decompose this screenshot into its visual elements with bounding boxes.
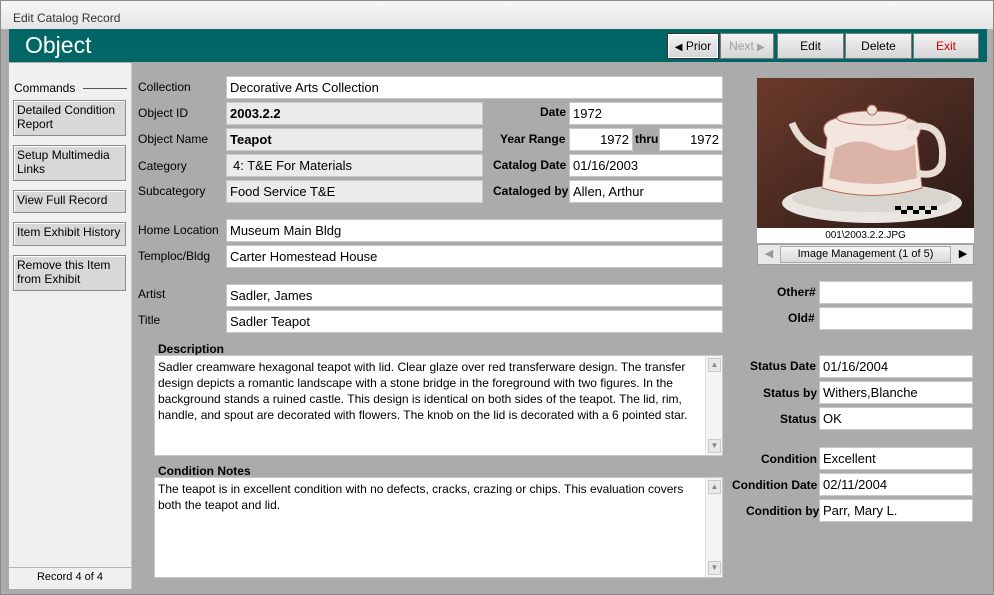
condition-field[interactable]: Excellent [819, 447, 973, 470]
temploc-label: Temploc/Bldg [138, 249, 211, 263]
status-label: Status [780, 412, 817, 426]
temploc-field[interactable]: Carter Homestead House [226, 245, 723, 268]
title-bar: Edit Catalog Record [1, 1, 993, 29]
object-id-label: Object ID [138, 106, 189, 120]
next-image-icon[interactable]: ▶ [953, 246, 973, 263]
image-filename: 001\2003.2.2.JPG [757, 228, 974, 243]
subcategory-field[interactable]: Food Service T&E [226, 180, 483, 203]
year-range-label: Year Range [500, 132, 566, 146]
condition-notes-text: The teapot is in excellent condition wit… [158, 482, 684, 512]
catalog-date-label: Catalog Date [493, 158, 567, 172]
description-text: Sadler creamware hexagonal teapot with l… [158, 360, 688, 422]
condition-by-label: Condition by [746, 504, 820, 518]
left-arrow-icon: ◀ [674, 42, 683, 53]
old-num-field[interactable] [819, 307, 973, 330]
condition-date-label: Condition Date [732, 478, 818, 492]
status-field[interactable]: OK [819, 407, 973, 430]
status-date-label: Status Date [750, 359, 817, 373]
description-label: Description [158, 342, 225, 356]
record-navigator: Record 4 of 4 [9, 567, 131, 588]
condition-notes-scrollbar[interactable]: ▲ ▼ [705, 478, 722, 577]
object-id-field[interactable]: 2003.2.2 [226, 102, 483, 125]
next-label: Next [729, 39, 754, 53]
collection-label: Collection [138, 80, 191, 94]
cataloged-by-field[interactable]: Allen, Arthur [569, 180, 723, 203]
object-name-field[interactable]: Teapot [226, 128, 483, 151]
scroll-up-icon[interactable]: ▲ [708, 358, 721, 372]
artist-field[interactable]: Sadler, James [226, 284, 723, 307]
object-photo[interactable] [757, 78, 974, 228]
cataloged-by-label: Cataloged by [493, 184, 569, 198]
home-location-field[interactable]: Museum Main Bldg [226, 219, 723, 242]
description-field[interactable]: Sadler creamware hexagonal teapot with l… [154, 355, 723, 456]
scroll-down-icon[interactable]: ▼ [708, 561, 721, 575]
right-arrow-icon: ▶ [757, 42, 765, 53]
old-num-label: Old# [788, 311, 815, 325]
status-by-field[interactable]: Withers,Blanche [819, 381, 973, 404]
home-location-label: Home Location [138, 223, 219, 237]
condition-notes-field[interactable]: The teapot is in excellent condition wit… [154, 477, 723, 578]
description-scrollbar[interactable]: ▲ ▼ [705, 356, 722, 455]
date-field[interactable]: 1972 [569, 102, 723, 125]
title-label: Title [138, 313, 161, 327]
condition-label: Condition [761, 452, 817, 466]
divider [83, 88, 127, 89]
title-field[interactable]: Sadler Teapot [226, 310, 723, 333]
collection-field[interactable]: Decorative Arts Collection [226, 76, 723, 99]
catalog-date-field[interactable]: 01/16/2003 [569, 154, 723, 177]
year-to-field[interactable]: 1972 [659, 128, 723, 151]
next-button[interactable]: Next ▶ [720, 33, 774, 59]
image-management-button[interactable]: Image Management (1 of 5) [780, 246, 951, 263]
artist-label: Artist [138, 287, 166, 301]
condition-notes-label: Condition Notes [158, 464, 251, 478]
commands-title: Commands [14, 81, 76, 95]
other-num-field[interactable] [819, 281, 973, 304]
teapot-image [757, 78, 974, 228]
status-date-field[interactable]: 01/16/2004 [819, 355, 973, 378]
date-label: Date [540, 105, 567, 119]
object-name-label: Object Name [138, 132, 209, 146]
edit-button[interactable]: Edit [777, 33, 844, 59]
year-from-field[interactable]: 1972 [569, 128, 633, 151]
detailed-condition-report-button[interactable]: Detailed Condition Report [13, 100, 126, 136]
subcategory-label: Subcategory [138, 184, 206, 198]
page-title: Object [25, 32, 92, 58]
view-full-record-button[interactable]: View Full Record [13, 190, 126, 213]
status-by-label: Status by [763, 386, 818, 400]
prior-button[interactable]: ◀ Prior [667, 33, 719, 59]
scroll-down-icon[interactable]: ▼ [708, 439, 721, 453]
scroll-up-icon[interactable]: ▲ [708, 480, 721, 494]
previous-image-icon[interactable]: ◀ [759, 246, 779, 263]
commands-sidebar: Commands Detailed Condition Report Setup… [9, 63, 132, 589]
prior-label: Prior [685, 39, 712, 53]
item-exhibit-history-button[interactable]: Item Exhibit History [13, 222, 126, 246]
setup-multimedia-links-button[interactable]: Setup Multimedia Links [13, 145, 126, 181]
delete-button[interactable]: Delete [845, 33, 912, 59]
exit-button[interactable]: Exit [913, 33, 979, 59]
window-title: Edit Catalog Record [13, 11, 121, 25]
remove-from-exhibit-button[interactable]: Remove this Item from Exhibit [13, 255, 126, 291]
header-bar: Object ◀ Prior Next ▶ Edit Delete Exit [9, 29, 987, 62]
image-management-bar: ◀ Image Management (1 of 5) ▶ [757, 244, 974, 265]
other-num-label: Other# [777, 285, 816, 299]
thru-label: thru [635, 132, 659, 146]
condition-by-field[interactable]: Parr, Mary L. [819, 499, 973, 522]
category-label: Category [138, 159, 187, 173]
condition-date-field[interactable]: 02/11/2004 [819, 473, 973, 496]
category-field[interactable]: 4: T&E For Materials [226, 154, 483, 177]
